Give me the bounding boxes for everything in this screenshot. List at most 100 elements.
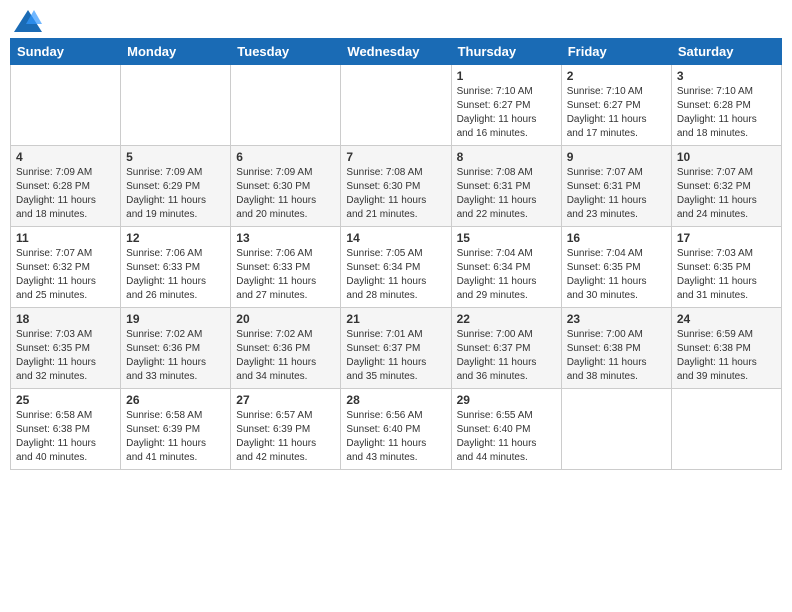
day-info: Sunrise: 6:56 AM Sunset: 6:40 PM Dayligh… [346, 409, 445, 465]
day-info: Sunrise: 7:03 AM Sunset: 6:35 PM Dayligh… [16, 328, 115, 384]
day-info: Sunrise: 7:10 AM Sunset: 6:27 PM Dayligh… [457, 85, 556, 141]
calendar-cell: 2 Sunrise: 7:10 AM Sunset: 6:27 PM Daylig… [561, 65, 671, 146]
day-number: 11 [16, 231, 115, 245]
day-number: 29 [457, 393, 556, 407]
day-info: Sunrise: 7:10 AM Sunset: 6:28 PM Dayligh… [677, 85, 776, 141]
day-number: 26 [126, 393, 225, 407]
day-number: 4 [16, 150, 115, 164]
day-info: Sunrise: 6:59 AM Sunset: 6:38 PM Dayligh… [677, 328, 776, 384]
calendar-cell: 8 Sunrise: 7:08 AM Sunset: 6:31 PM Daylig… [451, 146, 561, 227]
day-info: Sunrise: 7:07 AM Sunset: 6:32 PM Dayligh… [677, 166, 776, 222]
calendar-week-row: 18 Sunrise: 7:03 AM Sunset: 6:35 PM Dayli… [11, 308, 782, 389]
day-info: Sunrise: 6:57 AM Sunset: 6:39 PM Dayligh… [236, 409, 335, 465]
day-info: Sunrise: 6:55 AM Sunset: 6:40 PM Dayligh… [457, 409, 556, 465]
day-number: 15 [457, 231, 556, 245]
day-info: Sunrise: 6:58 AM Sunset: 6:39 PM Dayligh… [126, 409, 225, 465]
day-info: Sunrise: 7:09 AM Sunset: 6:29 PM Dayligh… [126, 166, 225, 222]
day-info: Sunrise: 7:05 AM Sunset: 6:34 PM Dayligh… [346, 247, 445, 303]
day-number: 27 [236, 393, 335, 407]
weekday-header-saturday: Saturday [671, 39, 781, 65]
calendar-week-row: 4 Sunrise: 7:09 AM Sunset: 6:28 PM Daylig… [11, 146, 782, 227]
calendar-week-row: 1 Sunrise: 7:10 AM Sunset: 6:27 PM Daylig… [11, 65, 782, 146]
calendar-cell [341, 65, 451, 146]
day-number: 23 [567, 312, 666, 326]
day-info: Sunrise: 7:01 AM Sunset: 6:37 PM Dayligh… [346, 328, 445, 384]
day-info: Sunrise: 7:09 AM Sunset: 6:30 PM Dayligh… [236, 166, 335, 222]
day-number: 5 [126, 150, 225, 164]
day-info: Sunrise: 6:58 AM Sunset: 6:38 PM Dayligh… [16, 409, 115, 465]
calendar-cell: 13 Sunrise: 7:06 AM Sunset: 6:33 PM Dayli… [231, 227, 341, 308]
calendar-cell: 14Sunrise: 7:05 AM Sunset: 6:34 PM Dayli… [341, 227, 451, 308]
day-number: 2 [567, 69, 666, 83]
day-number: 28 [346, 393, 445, 407]
day-number: 9 [567, 150, 666, 164]
calendar-cell: 4 Sunrise: 7:09 AM Sunset: 6:28 PM Daylig… [11, 146, 121, 227]
calendar-cell: 1 Sunrise: 7:10 AM Sunset: 6:27 PM Daylig… [451, 65, 561, 146]
day-info: Sunrise: 7:04 AM Sunset: 6:35 PM Dayligh… [567, 247, 666, 303]
calendar-cell [231, 65, 341, 146]
calendar-header-row: SundayMondayTuesdayWednesdayThursdayFrid… [11, 39, 782, 65]
calendar-week-row: 11 Sunrise: 7:07 AM Sunset: 6:32 PM Dayli… [11, 227, 782, 308]
day-number: 24 [677, 312, 776, 326]
calendar-week-row: 25 Sunrise: 6:58 AM Sunset: 6:38 PM Dayli… [11, 389, 782, 470]
day-number: 7 [346, 150, 445, 164]
weekday-header-friday: Friday [561, 39, 671, 65]
calendar-cell: 9 Sunrise: 7:07 AM Sunset: 6:31 PM Daylig… [561, 146, 671, 227]
weekday-header-tuesday: Tuesday [231, 39, 341, 65]
day-number: 21 [346, 312, 445, 326]
day-number: 3 [677, 69, 776, 83]
logo-icon [14, 10, 42, 32]
weekday-header-thursday: Thursday [451, 39, 561, 65]
calendar-cell: 6 Sunrise: 7:09 AM Sunset: 6:30 PM Daylig… [231, 146, 341, 227]
calendar-cell: 3 Sunrise: 7:10 AM Sunset: 6:28 PM Daylig… [671, 65, 781, 146]
calendar-cell: 26 Sunrise: 6:58 AM Sunset: 6:39 PM Dayli… [121, 389, 231, 470]
calendar-table: SundayMondayTuesdayWednesdayThursdayFrid… [10, 38, 782, 470]
day-info: Sunrise: 7:08 AM Sunset: 6:30 PM Dayligh… [346, 166, 445, 222]
day-number: 13 [236, 231, 335, 245]
calendar-cell: 5 Sunrise: 7:09 AM Sunset: 6:29 PM Daylig… [121, 146, 231, 227]
day-info: Sunrise: 7:02 AM Sunset: 6:36 PM Dayligh… [236, 328, 335, 384]
weekday-header-monday: Monday [121, 39, 231, 65]
day-info: Sunrise: 7:00 AM Sunset: 6:38 PM Dayligh… [567, 328, 666, 384]
day-number: 8 [457, 150, 556, 164]
day-number: 16 [567, 231, 666, 245]
day-number: 25 [16, 393, 115, 407]
day-info: Sunrise: 7:08 AM Sunset: 6:31 PM Dayligh… [457, 166, 556, 222]
calendar-cell: 20 Sunrise: 7:02 AM Sunset: 6:36 PM Dayli… [231, 308, 341, 389]
calendar-cell: 23 Sunrise: 7:00 AM Sunset: 6:38 PM Dayli… [561, 308, 671, 389]
day-info: Sunrise: 7:07 AM Sunset: 6:31 PM Dayligh… [567, 166, 666, 222]
calendar-cell: 29 Sunrise: 6:55 AM Sunset: 6:40 PM Dayli… [451, 389, 561, 470]
calendar-cell: 28 Sunrise: 6:56 AM Sunset: 6:40 PM Dayli… [341, 389, 451, 470]
day-number: 17 [677, 231, 776, 245]
weekday-header-sunday: Sunday [11, 39, 121, 65]
day-number: 6 [236, 150, 335, 164]
day-number: 20 [236, 312, 335, 326]
calendar-cell: 18 Sunrise: 7:03 AM Sunset: 6:35 PM Dayli… [11, 308, 121, 389]
calendar-cell [11, 65, 121, 146]
day-info: Sunrise: 7:06 AM Sunset: 6:33 PM Dayligh… [236, 247, 335, 303]
calendar-cell: 22 Sunrise: 7:00 AM Sunset: 6:37 PM Dayli… [451, 308, 561, 389]
calendar-cell: 24 Sunrise: 6:59 AM Sunset: 6:38 PM Dayli… [671, 308, 781, 389]
calendar-cell [561, 389, 671, 470]
calendar-cell: 27 Sunrise: 6:57 AM Sunset: 6:39 PM Dayli… [231, 389, 341, 470]
calendar-cell [121, 65, 231, 146]
calendar-cell: 15Sunrise: 7:04 AM Sunset: 6:34 PM Dayli… [451, 227, 561, 308]
day-info: Sunrise: 7:09 AM Sunset: 6:28 PM Dayligh… [16, 166, 115, 222]
day-info: Sunrise: 7:10 AM Sunset: 6:27 PM Dayligh… [567, 85, 666, 141]
calendar-cell: 19Sunrise: 7:02 AM Sunset: 6:36 PM Dayli… [121, 308, 231, 389]
calendar-cell: 25 Sunrise: 6:58 AM Sunset: 6:38 PM Dayli… [11, 389, 121, 470]
calendar-cell: 7 Sunrise: 7:08 AM Sunset: 6:30 PM Daylig… [341, 146, 451, 227]
day-info: Sunrise: 7:07 AM Sunset: 6:32 PM Dayligh… [16, 247, 115, 303]
day-number: 10 [677, 150, 776, 164]
day-info: Sunrise: 7:00 AM Sunset: 6:37 PM Dayligh… [457, 328, 556, 384]
day-number: 22 [457, 312, 556, 326]
day-number: 1 [457, 69, 556, 83]
day-info: Sunrise: 7:06 AM Sunset: 6:33 PM Dayligh… [126, 247, 225, 303]
weekday-header-wednesday: Wednesday [341, 39, 451, 65]
calendar-cell: 21 Sunrise: 7:01 AM Sunset: 6:37 PM Dayli… [341, 308, 451, 389]
day-info: Sunrise: 7:03 AM Sunset: 6:35 PM Dayligh… [677, 247, 776, 303]
day-number: 12 [126, 231, 225, 245]
day-number: 19 [126, 312, 225, 326]
calendar-cell: 17 Sunrise: 7:03 AM Sunset: 6:35 PM Dayli… [671, 227, 781, 308]
day-number: 18 [16, 312, 115, 326]
